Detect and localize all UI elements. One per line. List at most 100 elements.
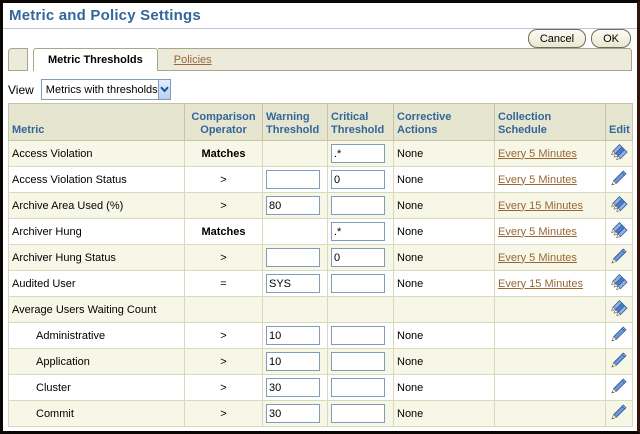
critical-threshold-cell	[328, 349, 394, 375]
critical-threshold-input[interactable]	[331, 274, 385, 293]
critical-threshold-cell	[328, 141, 394, 167]
collection-schedule-link[interactable]: Every 5 Minutes	[498, 252, 577, 264]
edit-cell	[606, 193, 633, 219]
critical-threshold-cell	[328, 245, 394, 271]
critical-threshold-input[interactable]	[331, 352, 385, 371]
comparison-operator-value: Matches	[185, 141, 263, 167]
edit-multiple-pencil-icon[interactable]	[610, 195, 629, 213]
collection-schedule-cell: Every 5 Minutes	[495, 167, 606, 193]
collection-schedule-link[interactable]: Every 15 Minutes	[498, 200, 583, 212]
comparison-operator-value: >	[185, 245, 263, 271]
table-header-row: Metric Comparison Operator Warning Thres…	[9, 104, 633, 141]
warning-threshold-cell	[263, 193, 328, 219]
corrective-actions-value: None	[394, 375, 495, 401]
critical-threshold-input[interactable]	[331, 404, 385, 423]
warning-threshold-input[interactable]	[266, 274, 320, 293]
column-header-edit: Edit	[606, 104, 633, 141]
critical-threshold-input[interactable]	[331, 196, 385, 215]
warning-threshold-cell	[263, 297, 328, 323]
edit-cell	[606, 219, 633, 245]
critical-threshold-input[interactable]	[331, 326, 385, 345]
critical-threshold-cell	[328, 323, 394, 349]
collection-schedule-cell	[495, 323, 606, 349]
tab-policies-link[interactable]: Policies	[174, 54, 212, 66]
edit-pencil-icon[interactable]	[610, 325, 628, 343]
metric-thresholds-table: Metric Comparison Operator Warning Thres…	[8, 103, 633, 427]
comparison-operator-value: Matches	[185, 219, 263, 245]
comparison-operator-value	[185, 297, 263, 323]
edit-pencil-icon[interactable]	[610, 403, 628, 421]
comparison-operator-value: =	[185, 271, 263, 297]
comparison-operator-value: >	[185, 323, 263, 349]
cancel-button[interactable]: Cancel	[528, 29, 586, 48]
collection-schedule-cell: Every 5 Minutes	[495, 141, 606, 167]
column-header-comparison-operator: Comparison Operator	[185, 104, 263, 141]
warning-threshold-input[interactable]	[266, 170, 320, 189]
warning-threshold-cell	[263, 349, 328, 375]
table-row: Application>None	[9, 349, 633, 375]
tab-metric-thresholds[interactable]: Metric Thresholds	[33, 48, 158, 71]
collection-schedule-cell	[495, 297, 606, 323]
chevron-down-icon[interactable]	[158, 80, 170, 99]
column-header-metric: Metric	[9, 104, 185, 141]
corrective-actions-value: None	[394, 193, 495, 219]
view-select-value: Metrics with thresholds	[42, 84, 158, 96]
critical-threshold-input[interactable]	[331, 144, 385, 163]
collection-schedule-link[interactable]: Every 5 Minutes	[498, 148, 577, 160]
metric-name: Archiver Hung	[9, 219, 185, 245]
edit-pencil-icon[interactable]	[610, 377, 628, 395]
critical-threshold-input[interactable]	[331, 378, 385, 397]
corrective-actions-value: None	[394, 271, 495, 297]
critical-threshold-input[interactable]	[331, 248, 385, 267]
edit-multiple-pencil-icon[interactable]	[610, 221, 629, 239]
critical-threshold-cell	[328, 271, 394, 297]
table-row: Audited User=NoneEvery 15 Minutes	[9, 271, 633, 297]
warning-threshold-input[interactable]	[266, 404, 320, 423]
warning-threshold-input[interactable]	[266, 352, 320, 371]
critical-threshold-cell	[328, 167, 394, 193]
action-button-group: Cancel OK	[528, 29, 631, 48]
collection-schedule-cell	[495, 349, 606, 375]
edit-cell	[606, 323, 633, 349]
edit-multiple-pencil-icon[interactable]	[610, 299, 629, 317]
edit-multiple-pencil-icon[interactable]	[610, 143, 629, 161]
critical-threshold-input[interactable]	[331, 222, 385, 241]
metric-name: Archiver Hung Status	[9, 245, 185, 271]
warning-threshold-cell	[263, 271, 328, 297]
corrective-actions-value: None	[394, 323, 495, 349]
edit-pencil-icon[interactable]	[610, 351, 628, 369]
warning-threshold-input[interactable]	[266, 326, 320, 345]
ok-button[interactable]: OK	[591, 29, 631, 48]
metric-name: Average Users Waiting Count	[9, 297, 185, 323]
metric-table-body: Access ViolationMatchesNoneEvery 5 Minut…	[9, 141, 633, 427]
warning-threshold-input[interactable]	[266, 196, 320, 215]
edit-cell	[606, 297, 633, 323]
collection-schedule-link[interactable]: Every 5 Minutes	[498, 226, 577, 238]
collection-schedule-link[interactable]: Every 5 Minutes	[498, 174, 577, 186]
warning-threshold-cell	[263, 375, 328, 401]
collection-schedule-cell: Every 15 Minutes	[495, 193, 606, 219]
collection-schedule-cell	[495, 401, 606, 427]
metric-name: Commit	[9, 401, 185, 427]
warning-threshold-input[interactable]	[266, 378, 320, 397]
view-select[interactable]: Metrics with thresholds	[41, 79, 171, 100]
collection-schedule-cell	[495, 375, 606, 401]
table-row: Average Users Waiting Count	[9, 297, 633, 323]
warning-threshold-cell	[263, 167, 328, 193]
view-filter-row: View Metrics with thresholds	[8, 79, 171, 100]
comparison-operator-value: >	[185, 167, 263, 193]
corrective-actions-value: None	[394, 141, 495, 167]
table-row: Archiver HungMatchesNoneEvery 5 Minutes	[9, 219, 633, 245]
edit-pencil-icon[interactable]	[610, 247, 628, 265]
critical-threshold-input[interactable]	[331, 170, 385, 189]
critical-threshold-cell	[328, 193, 394, 219]
metric-name: Administrative	[9, 323, 185, 349]
table-row: Administrative> None	[9, 323, 633, 349]
collection-schedule-link[interactable]: Every 15 Minutes	[498, 278, 583, 290]
edit-pencil-icon[interactable]	[610, 169, 628, 187]
warning-threshold-input[interactable]	[266, 248, 320, 267]
column-header-collection-schedule: Collection Schedule	[495, 104, 606, 141]
warning-threshold-cell	[263, 245, 328, 271]
edit-multiple-pencil-icon[interactable]	[610, 273, 629, 291]
table-row: Cluster>None	[9, 375, 633, 401]
